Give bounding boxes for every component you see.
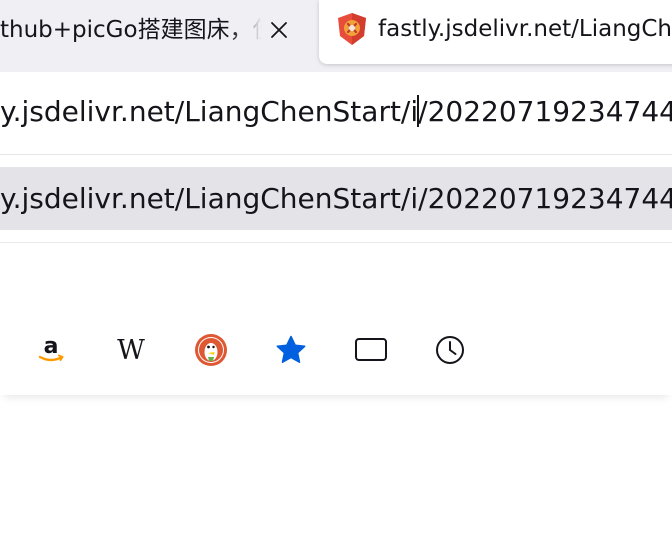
wikipedia-icon: W	[117, 334, 145, 366]
url-text-after-caret: /202207192347449.png	[418, 95, 672, 128]
url-text-before-caret: y.jsdelivr.net/LiangChenStart/i	[0, 95, 419, 128]
shortcut-bookmarks[interactable]	[271, 330, 311, 370]
amazon-icon: a	[38, 334, 64, 362]
shortcut-amazon[interactable]: a	[31, 330, 71, 370]
url-input[interactable]: y.jsdelivr.net/LiangChenStart/i/20220719…	[0, 92, 672, 132]
browser-window: thub+picGo搭建图床，使用 fastly.jsdelivr.net/Li…	[0, 0, 672, 537]
tab-title: fastly.jsdelivr.net/LiangChenStart/i/202…	[378, 16, 672, 42]
tab-icon	[355, 338, 387, 361]
star-icon	[276, 335, 306, 363]
url-bar[interactable]: y.jsdelivr.net/LiangChenStart/i/20220719…	[0, 72, 672, 155]
shortcut-duckduckgo[interactable]	[191, 330, 231, 370]
shortcut-wikipedia[interactable]: W	[111, 330, 151, 370]
tab-strip: thub+picGo搭建图床，使用 fastly.jsdelivr.net/Li…	[0, 0, 672, 72]
close-icon	[271, 22, 287, 38]
tab-active[interactable]: fastly.jsdelivr.net/LiangChenStart/i/202…	[319, 0, 672, 64]
tab-inactive[interactable]: thub+picGo搭建图床，使用	[0, 0, 310, 62]
clock-icon	[436, 336, 464, 364]
shortcut-history[interactable]	[430, 330, 470, 370]
tab-title: thub+picGo搭建图床，使用	[0, 17, 262, 43]
url-suggestion[interactable]: y.jsdelivr.net/LiangChenStart/i/20220719…	[0, 167, 672, 230]
suggestion-text-main: y.jsdelivr.net/LiangChenStart/i/20220719…	[0, 182, 672, 215]
search-shortcuts-panel	[0, 243, 672, 395]
tab-close-button[interactable]	[264, 15, 294, 45]
shortcut-tabs[interactable]	[351, 330, 391, 370]
duckduckgo-icon	[195, 334, 227, 366]
svg-text:a: a	[44, 334, 59, 359]
suggestion-text: y.jsdelivr.net/LiangChenStart/i/20220719…	[0, 179, 672, 219]
jsdelivr-favicon	[338, 13, 366, 45]
